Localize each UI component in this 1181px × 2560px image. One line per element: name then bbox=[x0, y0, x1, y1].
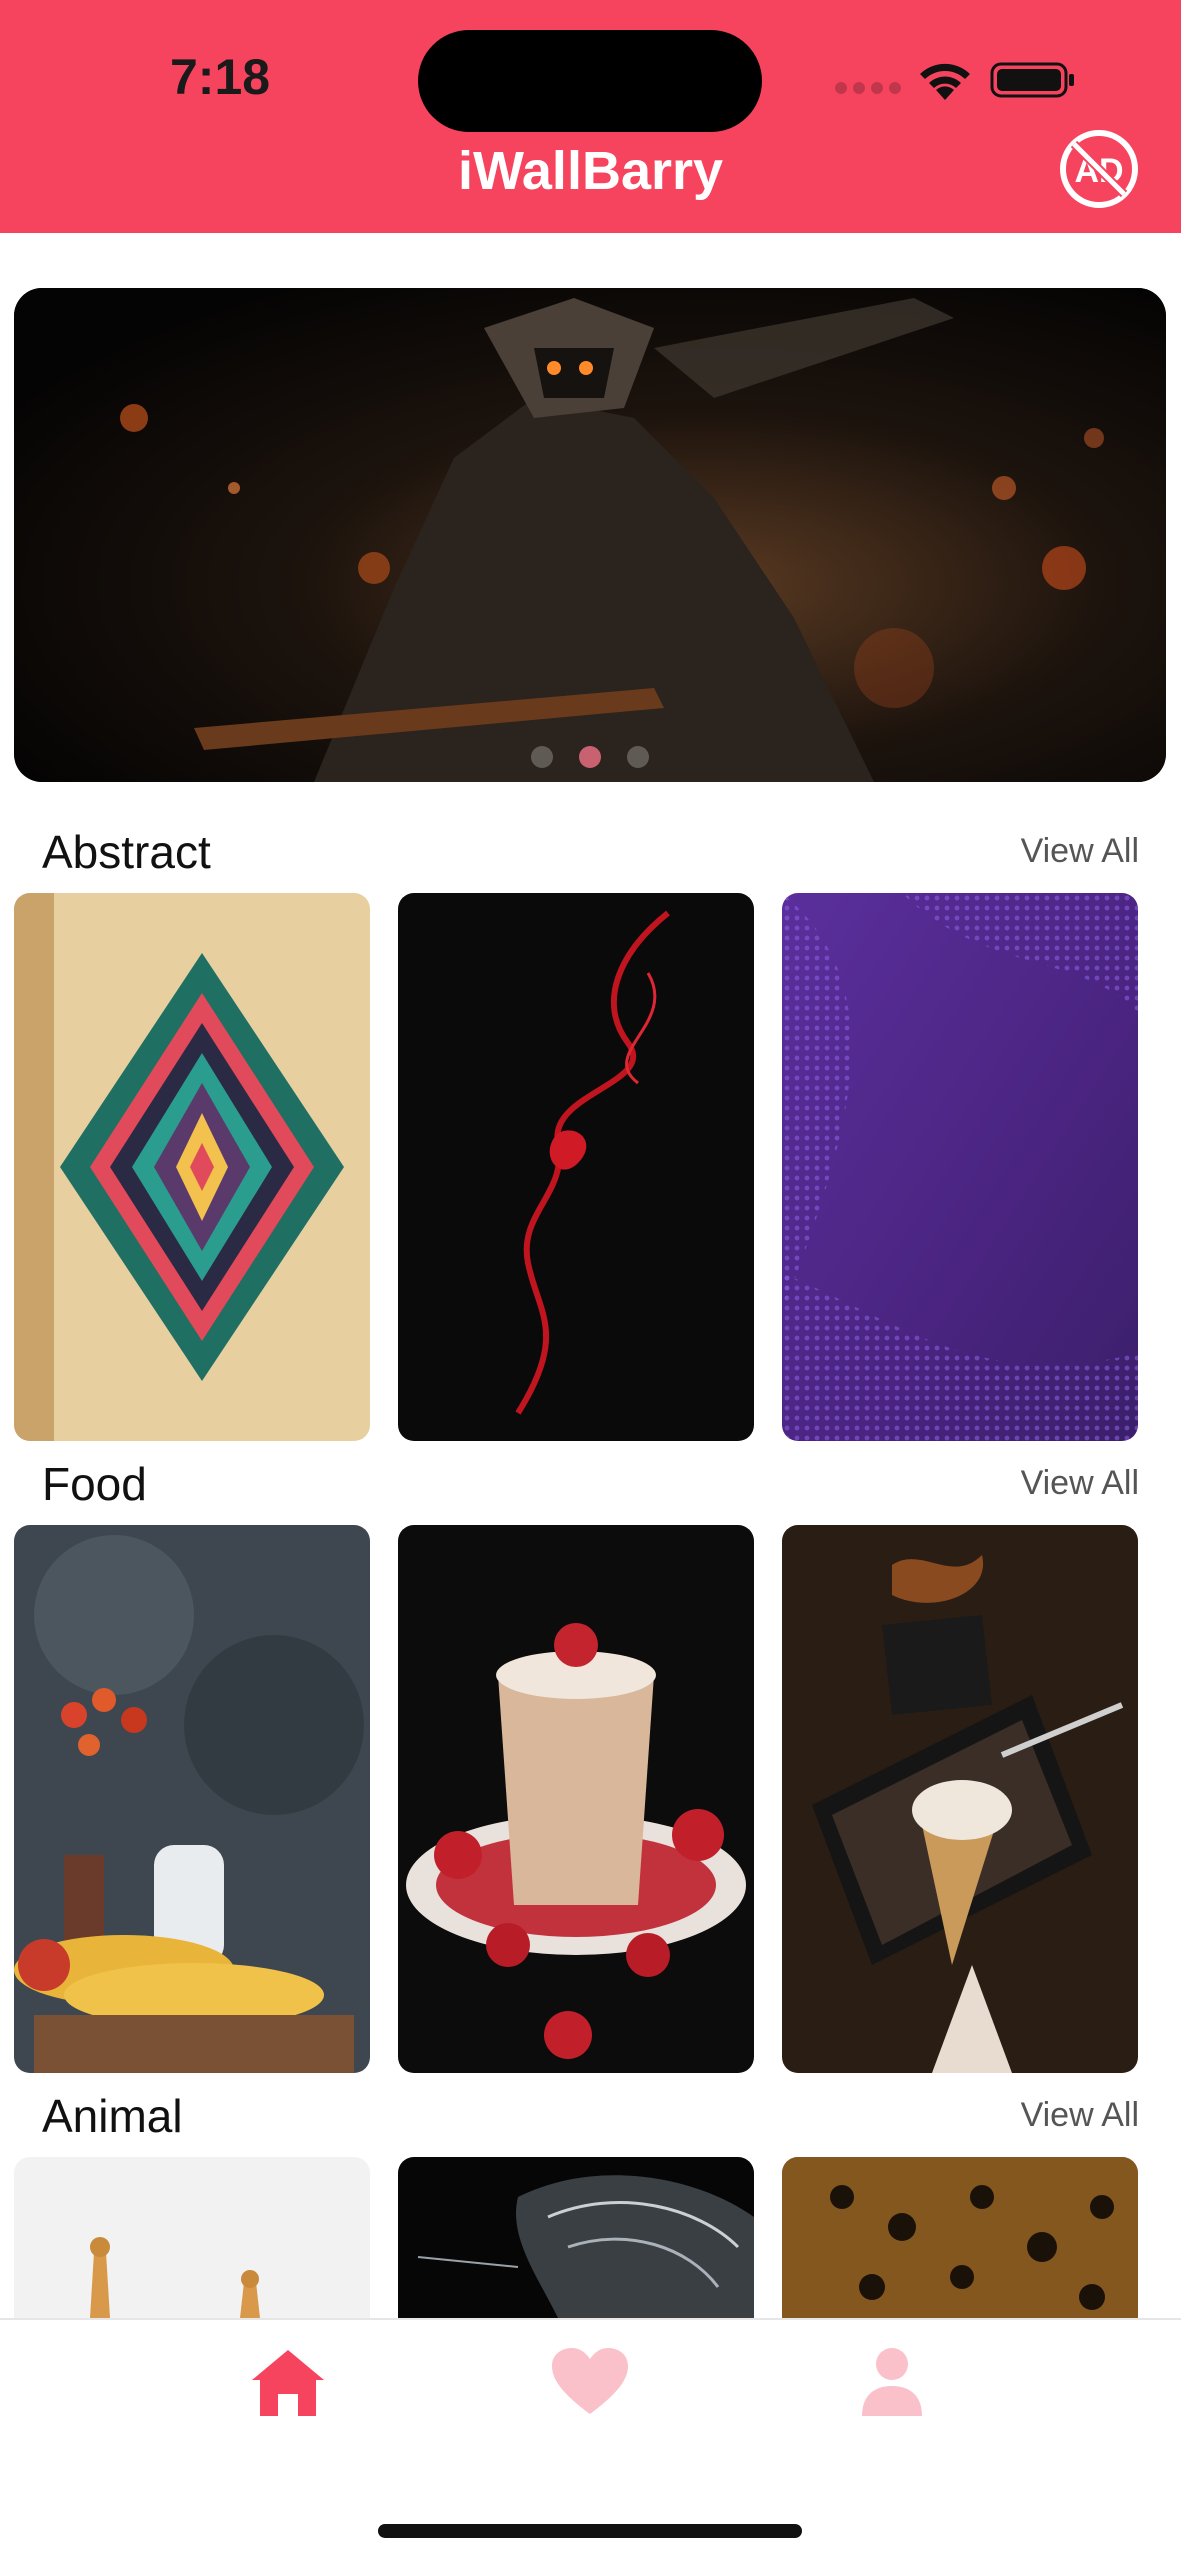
wallpaper-thumbnail[interactable] bbox=[398, 1525, 754, 2073]
status-time: 7:18 bbox=[170, 49, 271, 105]
featured-banner[interactable] bbox=[14, 288, 1166, 782]
view-all-food-button[interactable]: View All bbox=[1021, 1464, 1139, 1503]
home-icon[interactable] bbox=[248, 2346, 328, 2418]
wallpaper-thumbnail[interactable] bbox=[14, 1525, 370, 2073]
wallpaper-thumbnail[interactable] bbox=[398, 2157, 754, 2318]
dynamic-island bbox=[418, 30, 762, 132]
section-title-abstract: Abstract bbox=[42, 826, 211, 878]
wifi-icon bbox=[920, 63, 970, 100]
battery-icon bbox=[990, 62, 1074, 98]
app-title: iWallBarry bbox=[457, 141, 724, 201]
view-all-abstract-button[interactable]: View All bbox=[1021, 832, 1139, 871]
wallpaper-thumbnail[interactable] bbox=[398, 893, 754, 1441]
wallpaper-thumbnail[interactable] bbox=[14, 893, 370, 1441]
carousel-page-indicator[interactable] bbox=[14, 746, 1166, 768]
banner-image bbox=[14, 288, 1166, 782]
section-title-food: Food bbox=[42, 1458, 147, 1510]
view-all-animal-button[interactable]: View All bbox=[1021, 2096, 1139, 2135]
heart-icon[interactable] bbox=[550, 2346, 630, 2418]
cellular-signal-icon bbox=[835, 82, 901, 94]
wallpaper-thumbnail[interactable] bbox=[782, 2157, 1138, 2318]
carousel-dot[interactable] bbox=[627, 746, 649, 768]
wallpaper-thumbnail[interactable] bbox=[14, 2157, 370, 2318]
wallpaper-thumbnail[interactable] bbox=[782, 893, 1138, 1441]
app-header: 7:18 iWallBarry AD bbox=[0, 0, 1181, 233]
no-ads-icon[interactable]: AD bbox=[1058, 128, 1140, 210]
wallpaper-thumbnail[interactable] bbox=[782, 1525, 1138, 2073]
carousel-dot[interactable] bbox=[531, 746, 553, 768]
screen: 7:18 iWallBarry AD bbox=[0, 0, 1181, 2560]
carousel-dot-active[interactable] bbox=[579, 746, 601, 768]
section-title-animal: Animal bbox=[42, 2090, 183, 2142]
home-indicator bbox=[378, 2524, 802, 2538]
profile-icon[interactable] bbox=[852, 2346, 932, 2418]
